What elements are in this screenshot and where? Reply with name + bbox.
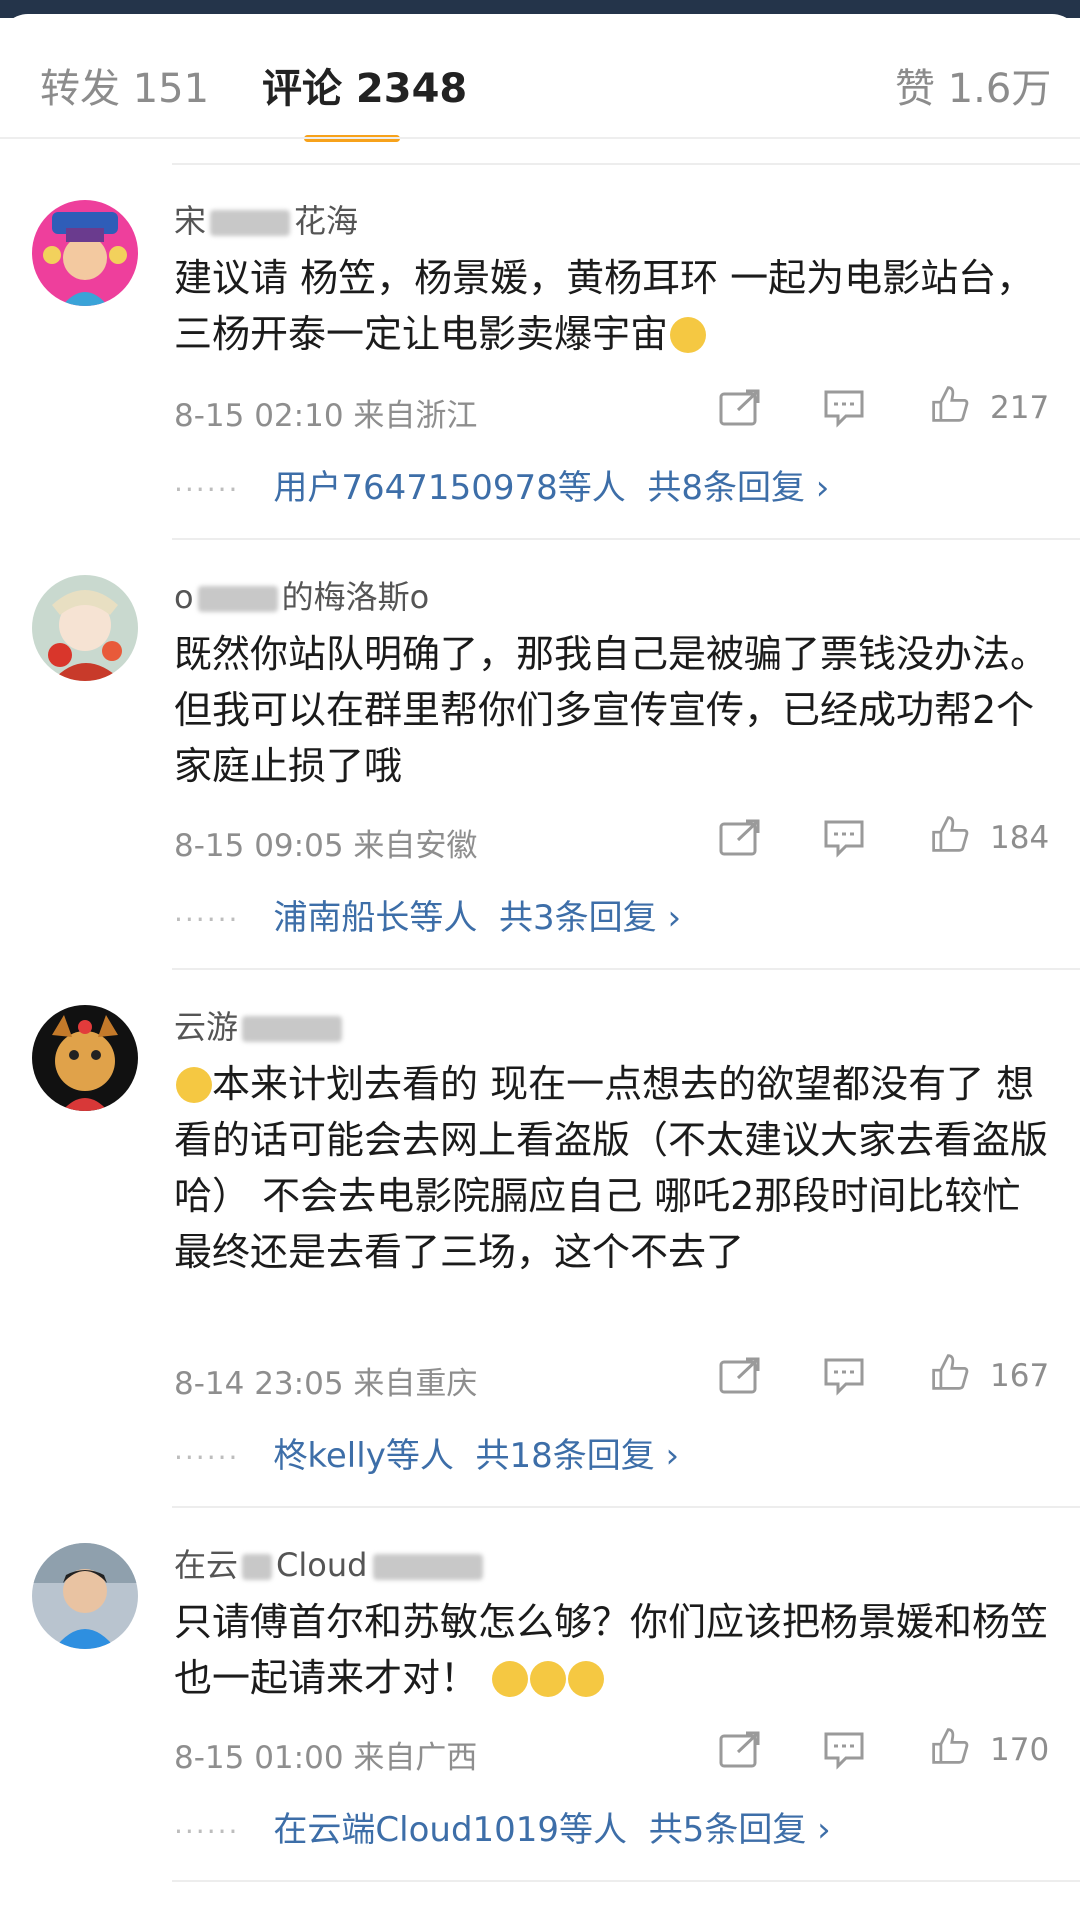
replies-link[interactable]: ······ 在云端Cloud1019等人 共5条回复 › [174, 1802, 831, 1851]
comment-icon[interactable] [822, 818, 866, 858]
share-icon[interactable] [718, 1730, 762, 1770]
avatar[interactable] [32, 575, 138, 681]
divider [172, 538, 1080, 540]
emoji-icon [670, 317, 707, 353]
tab-bar: 转发 151 评论 2348 赞 1.6万 [0, 14, 1080, 142]
like-count: 184 [990, 820, 1050, 856]
like-icon[interactable] [928, 384, 972, 424]
username[interactable]: o 的梅洛斯o [174, 572, 429, 618]
like-icon[interactable] [928, 1352, 972, 1392]
divider [172, 1506, 1080, 1508]
like-count: 170 [990, 1732, 1050, 1768]
divider [172, 163, 1080, 165]
comment-text: 既然你站队明确了，那我自己是被骗了票钱没办法。但我可以在群里帮你们多宣传宣传，已… [174, 632, 1049, 788]
comment-icon[interactable] [822, 1730, 866, 1770]
avatar[interactable] [32, 1543, 138, 1649]
emoji-icon [530, 1661, 567, 1697]
username[interactable]: 在云 Cloud [174, 1540, 484, 1586]
tab-likes[interactable]: 赞 1.6万 [895, 56, 1051, 114]
comment-meta: 8-15 01:00 来自广西 [174, 1740, 478, 1776]
crying-emoji-icon [176, 1067, 212, 1103]
like-icon[interactable] [928, 1726, 972, 1766]
emoji-icon [568, 1661, 605, 1697]
divider [172, 1880, 1080, 1882]
avatar[interactable] [32, 200, 138, 306]
emoji-icon [492, 1661, 529, 1697]
share-icon[interactable] [718, 818, 762, 858]
username[interactable]: 云游 [174, 1002, 346, 1048]
like-count: 167 [990, 1358, 1050, 1394]
share-icon[interactable] [718, 388, 762, 428]
comment-meta: 8-14 23:05 来自重庆 [174, 1366, 478, 1402]
tab-reposts[interactable]: 转发 151 [40, 56, 209, 114]
replies-link[interactable]: ······ 柊kelly等人 共18条回复 › [174, 1428, 679, 1477]
like-count: 217 [990, 390, 1050, 426]
comment-meta: 8-15 02:10 来自浙江 [174, 398, 478, 434]
username[interactable]: 宋花海 [174, 196, 358, 242]
comment-meta: 8-15 09:05 来自安徽 [174, 828, 478, 864]
comment-text: 建议请 杨笠，杨景媛，黄杨耳环 一起为电影站台，三杨开泰一定让电影卖爆宇宙 [174, 256, 1035, 356]
avatar[interactable] [32, 1005, 138, 1111]
share-icon[interactable] [718, 1356, 762, 1396]
replies-link[interactable]: ······ 用户7647150978等人 共8条回复 › [174, 460, 829, 509]
replies-link[interactable]: ······ 浦南船长等人 共3条回复 › [174, 890, 681, 939]
comment-text: 只请傅首尔和苏敏怎么够？你们应该把杨景媛和杨笠也一起请来才对！ [174, 1600, 1049, 1700]
divider [172, 968, 1080, 970]
tab-comments[interactable]: 评论 2348 [262, 56, 467, 114]
comment-text: 本来计划去看的 现在一点想去的欲望都没有了 想看的话可能会去网上看盗版（不太建议… [174, 1062, 1049, 1274]
tabs-divider [0, 137, 1080, 139]
comment-icon[interactable] [822, 1356, 866, 1396]
like-icon[interactable] [928, 814, 972, 854]
comment-icon[interactable] [822, 388, 866, 428]
